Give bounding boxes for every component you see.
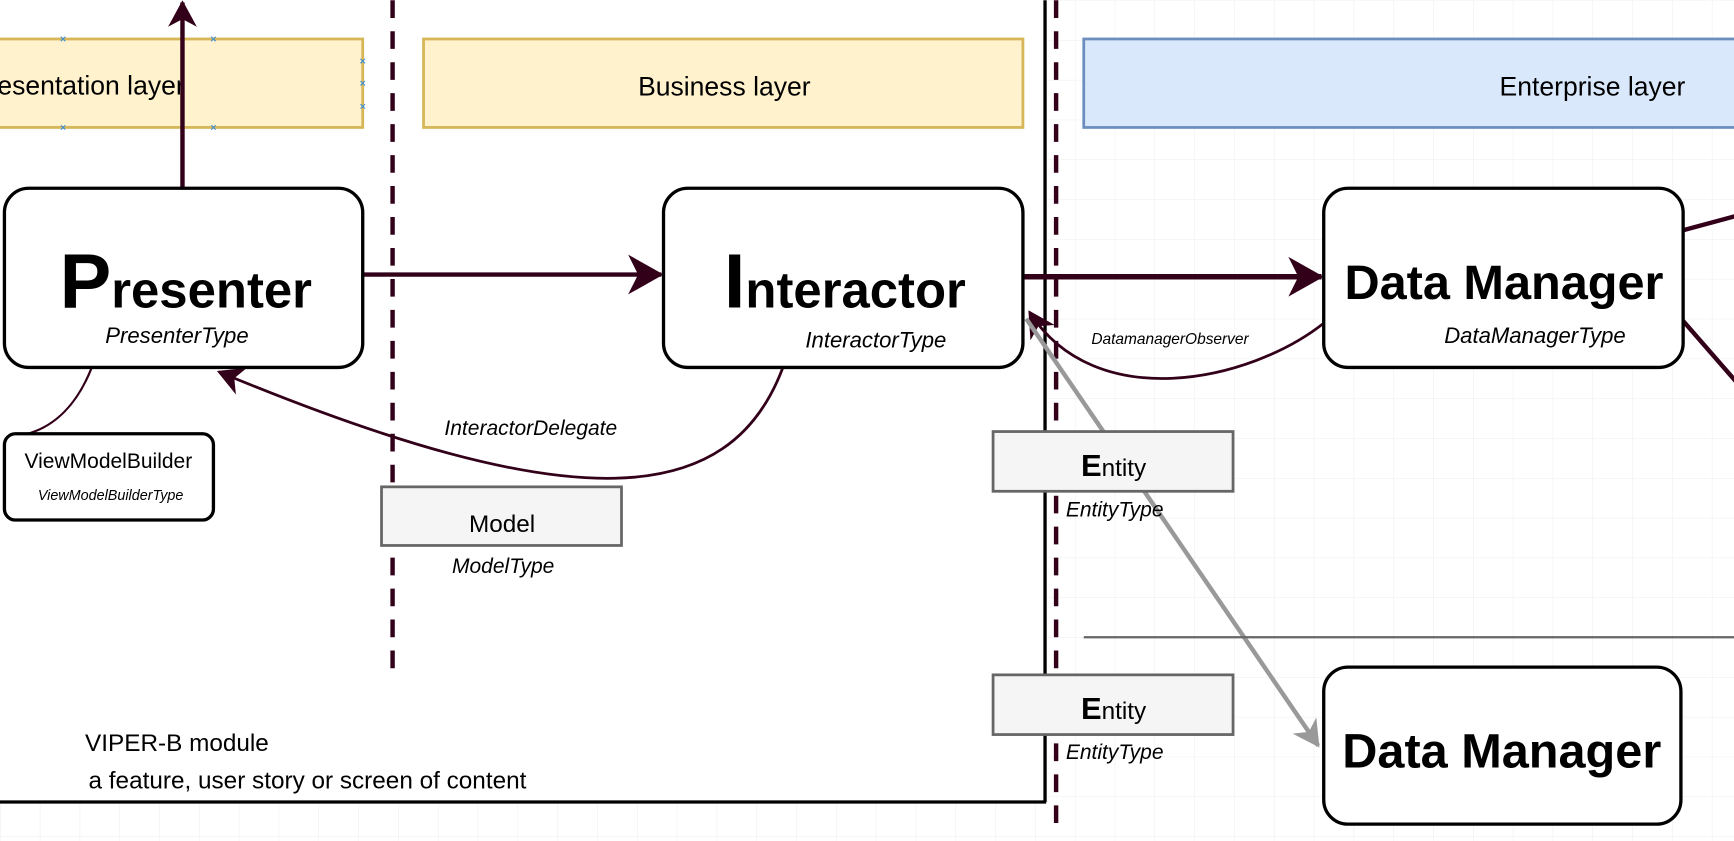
presenter-title: resenter — [111, 262, 312, 319]
presenter-initial: P — [60, 239, 112, 325]
presenter-type: PresenterType — [105, 323, 248, 348]
model-node[interactable]: Model ModelType — [380, 485, 623, 578]
data-manager-node[interactable]: Data Manager DataManagerType — [1322, 186, 1685, 370]
interactor-node[interactable]: Interactor InteractorType — [661, 186, 1025, 370]
enterprise-layer-label: Enterprise layer — [1500, 71, 1686, 101]
data-manager-node-2[interactable]: Data Manager — [1322, 665, 1683, 826]
entity-1-title: ntity — [1102, 455, 1147, 482]
interactor-delegate-label: InteractorDelegate — [444, 417, 617, 440]
model-title: Model — [469, 511, 535, 538]
datamanager-observer-label: DatamanagerObserver — [1091, 331, 1249, 348]
model-type: ModelType — [452, 555, 554, 578]
module-subtitle: a feature, user story or screen of conte… — [89, 768, 527, 795]
entity-2-initial: E — [1081, 691, 1102, 726]
business-layer-label: Business layer — [638, 71, 811, 101]
entity-2-title: ntity — [1102, 698, 1147, 725]
data-manager-title: Data Manager — [1344, 256, 1663, 310]
entity-1-initial: E — [1081, 448, 1102, 483]
interactor-initial: I — [724, 239, 746, 325]
data-manager-type: DataManagerType — [1444, 323, 1625, 348]
view-model-builder-title: ViewModelBuilder — [25, 450, 193, 473]
view-model-builder-type: ViewModelBuilderType — [38, 488, 184, 504]
presenter-to-viewmodelbuilder-edge[interactable] — [27, 367, 93, 435]
entity-1-type: EntityType — [1066, 499, 1164, 522]
data-manager-2-title: Data Manager — [1342, 725, 1661, 779]
diagram-canvas: Presentation layer Business layer Enterp… — [0, 0, 1734, 841]
presenter-node[interactable]: Presenter PresenterType — [2, 186, 365, 370]
view-model-builder-node[interactable]: ViewModelBuilder ViewModelBuilderType — [2, 432, 216, 522]
presentation-layer-label: Presentation layer — [0, 70, 185, 100]
entity-2-type: EntityType — [1066, 741, 1164, 764]
module-title: VIPER-B module — [85, 730, 269, 757]
business-layer[interactable]: Business layer — [422, 37, 1025, 129]
enterprise-layer[interactable]: Enterprise layer — [1082, 37, 1734, 129]
interactor-title: nteractor — [745, 262, 966, 319]
interactor-type: InteractorType — [805, 328, 946, 353]
